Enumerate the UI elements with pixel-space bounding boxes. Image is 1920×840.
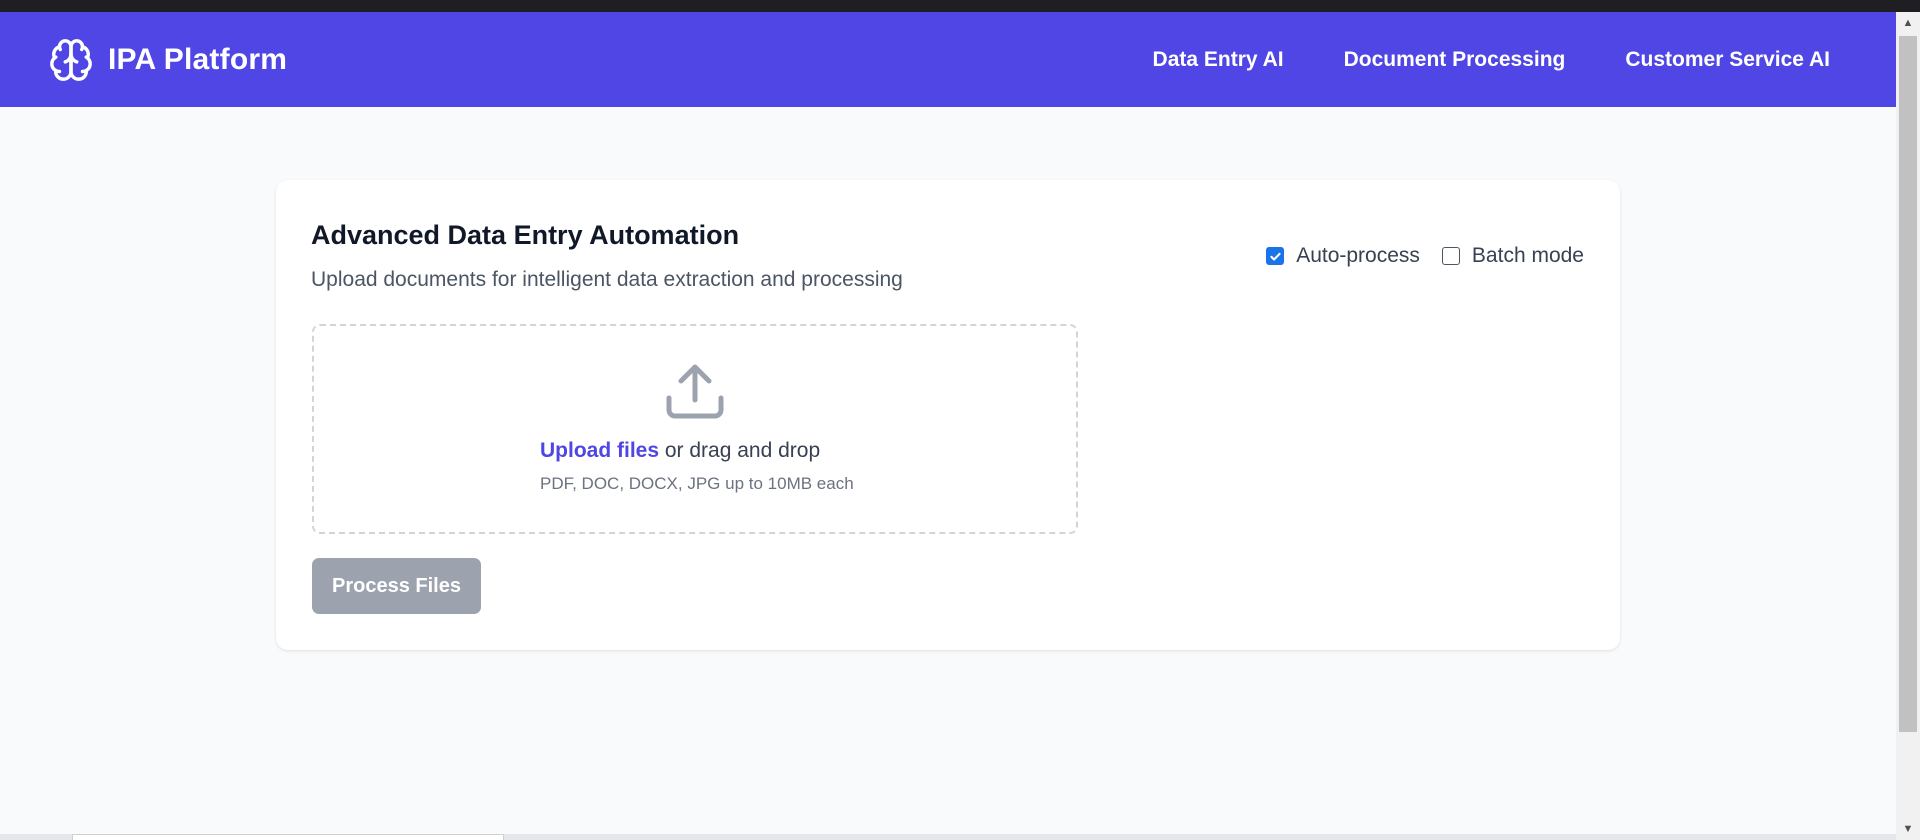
processing-options: Auto-process Batch mode: [1266, 244, 1584, 268]
upload-files-link[interactable]: Upload files: [540, 439, 659, 462]
auto-process-label: Auto-process: [1296, 244, 1420, 267]
process-files-button[interactable]: Process Files: [312, 558, 481, 614]
batch-mode-option[interactable]: Batch mode: [1441, 244, 1584, 268]
batch-mode-label: Batch mode: [1471, 244, 1584, 267]
checkmark-icon: [1270, 252, 1281, 261]
auto-process-checkbox[interactable]: [1266, 247, 1285, 265]
brain-icon: [50, 38, 92, 81]
nav-links: Data Entry AI Document Processing Custom…: [1153, 48, 1830, 72]
page-scrollbar[interactable]: ▲ ▼: [1896, 12, 1920, 840]
scroll-up-arrow-icon[interactable]: ▲: [1896, 12, 1920, 34]
card-title: Advanced Data Entry Automation: [311, 220, 740, 250]
browser-top-strip: [0, 0, 1920, 12]
card-subtitle: Upload documents for intelligent data ex…: [311, 268, 903, 291]
nav-link-document-processing[interactable]: Document Processing: [1344, 48, 1566, 72]
scroll-down-arrow-icon[interactable]: ▼: [1896, 818, 1920, 840]
bottom-window-fragment: [72, 834, 504, 840]
brand-title: IPA Platform: [108, 42, 288, 76]
scroll-thumb[interactable]: [1899, 36, 1917, 732]
batch-mode-checkbox[interactable]: [1441, 247, 1460, 265]
brand[interactable]: IPA Platform: [48, 37, 287, 83]
auto-process-option[interactable]: Auto-process: [1266, 244, 1420, 268]
drag-drop-text: or drag and drop: [659, 439, 821, 462]
file-dropzone[interactable]: Upload files or drag and drop PDF, DOC, …: [312, 324, 1078, 534]
nav-link-data-entry-ai[interactable]: Data Entry AI: [1153, 48, 1284, 72]
upload-icon: [666, 364, 724, 419]
navbar: IPA Platform Data Entry AI Document Proc…: [0, 12, 1896, 107]
data-entry-card: Advanced Data Entry Automation Upload do…: [276, 180, 1620, 650]
file-type-hint: PDF, DOC, DOCX, JPG up to 10MB each: [540, 474, 854, 493]
drop-instruction: Upload files or drag and drop: [540, 439, 820, 463]
nav-link-customer-service-ai[interactable]: Customer Service AI: [1625, 48, 1830, 72]
